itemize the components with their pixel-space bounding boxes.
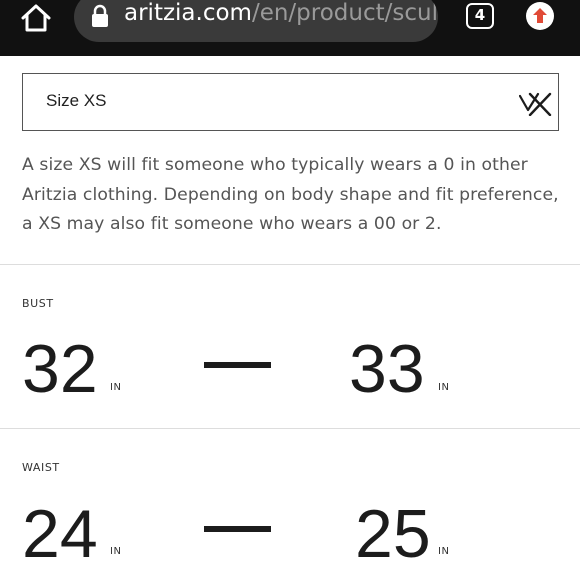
- size-description: A size XS will fit someone who typically…: [22, 155, 559, 234]
- tab-switcher-button[interactable]: 4: [466, 3, 494, 29]
- bust-min-value: 32: [22, 331, 98, 407]
- update-icon[interactable]: [526, 2, 554, 30]
- divider: [0, 264, 580, 265]
- waist-max-value: 25: [355, 496, 431, 572]
- url-path: /en/product/sculp: [251, 0, 438, 26]
- range-dash: [204, 362, 271, 368]
- divider: [0, 428, 580, 429]
- waist-min-value: 24: [22, 496, 98, 572]
- browser-toolbar: aritzia.com/en/product/sculp 4: [0, 0, 580, 56]
- url-domain: aritzia.com: [124, 0, 252, 26]
- waist-min-unit: IN: [110, 546, 122, 557]
- range-dash: [204, 526, 271, 532]
- bust-max-value: 33: [349, 331, 425, 407]
- url-text: aritzia.com/en/product/sculp: [124, 0, 438, 26]
- size-dropdown[interactable]: Size XS: [22, 73, 559, 131]
- home-icon[interactable]: [20, 4, 52, 32]
- url-bar[interactable]: aritzia.com/en/product/sculp: [74, 0, 438, 42]
- bust-max-unit: IN: [438, 382, 450, 393]
- close-icon[interactable]: [518, 92, 553, 117]
- lock-icon: [91, 4, 109, 28]
- waist-label: WAIST: [22, 461, 60, 474]
- waist-max-unit: IN: [438, 546, 450, 557]
- bust-min-unit: IN: [110, 382, 122, 393]
- bust-label: BUST: [22, 297, 54, 310]
- size-dropdown-label: Size XS: [46, 91, 107, 110]
